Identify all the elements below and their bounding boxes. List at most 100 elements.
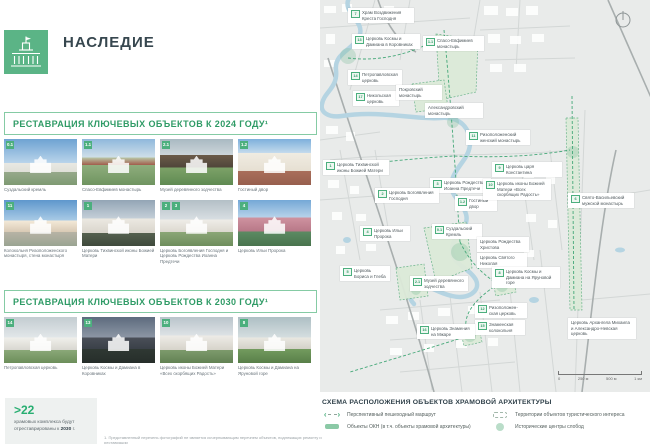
map-label-text: Церковь Тихвинской иконы Божией Матери	[337, 162, 386, 173]
photo-grid-2024: 0.1Суздальский кремль1.1Спасо-Евфимиев м…	[4, 139, 311, 265]
map-number-tag: 16	[420, 326, 429, 334]
legend-label: Территории объектов туристического интер…	[515, 412, 625, 418]
map-label: 9Церковь царя Константина	[492, 162, 562, 177]
section-title-2024: РЕСТАВРАЦИЯ КЛЮЧЕВЫХ ОБЪЕКТОВ К 2024 ГОД…	[4, 112, 317, 135]
map-number-tag: 5	[343, 268, 352, 276]
route-chevron: ›	[338, 410, 341, 420]
map-label-text: Церковь Ильи Пророка	[374, 228, 407, 239]
map-label: Церковь Архангела Михаила и Александро-Н…	[568, 318, 636, 339]
photo-caption: Церковь Богоявления Господня и Церковь Р…	[160, 248, 233, 265]
map-number-tag: 6	[571, 195, 580, 203]
map-label-text: Свято-Васильевский мужской монастырь	[582, 195, 631, 206]
route-chevron: ‹	[324, 410, 327, 420]
map-label: 4Церковь Ильи Пророка	[360, 226, 410, 241]
map-label: 6Свято-Васильевский мужской монастырь	[568, 193, 634, 208]
stat-description: храмовых комплекса будут отреставрирован…	[14, 420, 88, 433]
map-label: 13Церковь Космы и Дамиана в Коровниках	[352, 34, 420, 49]
photo-tags: 23	[162, 202, 180, 210]
map-label-text: Церковь Богоявления Господня	[389, 190, 436, 201]
photo-card: 2.1Музей деревянного зодчества	[160, 139, 233, 193]
photo-number-tag: 0.1	[6, 141, 14, 149]
legend-item: Объекты ОКН (в т.ч. объекты храмовой арх…	[322, 423, 490, 431]
church-photo: 1.2	[238, 139, 311, 185]
photo-tags: 10	[162, 319, 170, 327]
scale-label: 500 м	[606, 376, 617, 381]
map-label: 10Церковь иконы Божией Матери «Всех скор…	[483, 179, 551, 200]
photo-card: 0.1Суздальский кремль	[4, 139, 77, 193]
scale-line	[558, 371, 642, 375]
scale-label: 250 м	[578, 376, 589, 381]
map-label: Церковь Рождества Христова	[477, 237, 529, 252]
church-photo: 0.1	[4, 139, 77, 185]
map-number-tag: 4	[363, 228, 372, 236]
map-scale-bar: 0250 м500 м1 км	[558, 371, 642, 381]
legend-item: Территории объектов туристического интер…	[490, 410, 648, 420]
map-label: 5Церковь Бориса и Глеба	[340, 266, 390, 281]
stat-year: 2030	[61, 427, 72, 432]
map-label-text: Церковь Знамения на Мжаре	[431, 326, 472, 337]
scale-label: 0	[558, 376, 560, 381]
photo-card: 1.1Спасо-Евфимиев монастырь	[82, 139, 155, 193]
map-number-tag: 3	[433, 180, 442, 188]
map-label-text: Церковь Космы и Дамиана на Яруновой горе	[506, 269, 557, 286]
map-label-text: Церковь Бориса и Глеба	[354, 268, 387, 279]
map-number-tag: 1	[326, 162, 335, 170]
map-number-tag: 1.1	[426, 38, 435, 46]
church-photo: 1	[82, 200, 155, 246]
photo-caption: Колокольня Ризоположенского монастыря, с…	[4, 248, 77, 259]
scale-labels: 0250 м500 м1 км	[558, 376, 642, 381]
photo-tags: 2.1	[162, 141, 170, 149]
map-label: 14Петропавлов­ская церковь	[348, 70, 402, 85]
photo-tags: 1.2	[240, 141, 248, 149]
church-photo: 14	[4, 317, 77, 363]
photo-caption: Церковь Космы и Дамиана в Коровниках	[82, 365, 155, 376]
church-photo: 10	[160, 317, 233, 363]
photo-tags: 13	[84, 319, 92, 327]
photo-number-tag: 4	[240, 202, 248, 210]
photo-card: 10 Церковь иконы Божией Матери «Всех скор…	[160, 317, 233, 376]
photo-caption: Церковь Тихвинской иконы Божией Матери	[82, 248, 155, 259]
map-label-text: Покровский монастырь	[399, 87, 439, 98]
map-label: 11Ризоположенский женский монастырь	[466, 130, 530, 145]
map-label: 2Церковь Богоявления Господня	[375, 188, 439, 203]
photo-tags: 1.1	[84, 141, 92, 149]
photo-grid-2030: 14Петропавловская церковь 13 Церковь Космы…	[4, 317, 311, 376]
map-label: 8Церковь Космы и Дамиана на Яруновой гор…	[492, 267, 560, 288]
church-photo: 2.1	[160, 139, 233, 185]
church-photo: 1.1	[82, 139, 155, 185]
okn-icon	[322, 424, 342, 429]
map-label-text: Церковь Архангела Михаила и Александро-Н…	[571, 320, 633, 337]
photo-number-tag: 2.1	[162, 141, 170, 149]
map-number-tag: 17	[356, 93, 365, 101]
map-label-text: Александровский монастырь	[428, 105, 480, 116]
photo-number-tag: 10	[162, 319, 170, 327]
map-label: 7Храм Воздвижения Креста Господня	[348, 8, 414, 23]
page-title: НАСЛЕДИЕ	[63, 34, 155, 51]
map-number-tag: 0.1	[435, 226, 444, 234]
route-dash	[328, 414, 337, 415]
map-number-tag: 1.2	[458, 198, 467, 206]
map-label-text: Церковь Рождества Христова	[480, 239, 526, 250]
photo-card: 14Петропавловская церковь	[4, 317, 77, 376]
map-number-tag: 14	[351, 72, 360, 80]
map-legend: СХЕМА РАСПОЛОЖЕНИЯ ОБЪЕКТОВ ХРАМОВОЙ АРХ…	[322, 399, 648, 431]
map-number-tag: 12	[478, 305, 487, 313]
footnote: 1. Представленный перечень фотографий не…	[104, 436, 330, 444]
photo-number-tag: 1.2	[240, 141, 248, 149]
map-label-text: Ризоположенский женский монастырь	[480, 132, 527, 143]
map-label: 12Ризоположен­ская церковь	[475, 303, 527, 318]
stat-value: >22	[14, 404, 88, 416]
church-photo: 4	[238, 200, 311, 246]
map-label-text: Знаменская колокольня	[489, 322, 522, 333]
legend-label: Объекты ОКН (в т.ч. объекты храмовой арх…	[347, 424, 471, 430]
map-label-text: Храм Воздвижения Креста Господня	[362, 10, 411, 21]
photo-number-tag: 3	[172, 202, 180, 210]
map-label-text: Ризоположен­ская церковь	[489, 305, 524, 316]
map-number-tag: 7	[351, 10, 360, 18]
heritage-slide: НАСЛЕДИЕ РЕСТАВРАЦИЯ КЛЮЧЕВЫХ ОБЪЕКТОВ К…	[0, 0, 650, 444]
photo-caption: Церковь иконы Божией Матери «Всех скорбя…	[160, 365, 233, 376]
map-label-text: Никольская церковь	[367, 93, 396, 104]
legend-label: Перспективный пешеходный маршрут	[347, 412, 436, 418]
map-number-tag: 13	[355, 36, 364, 44]
photo-number-tag: 14	[6, 319, 14, 327]
